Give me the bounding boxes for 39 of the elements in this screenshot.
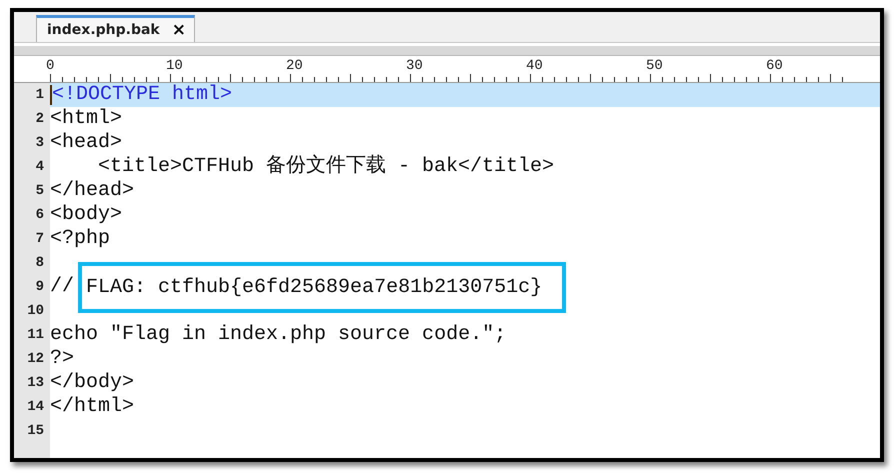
line-number: 9: [14, 275, 50, 299]
code-text: </head>: [50, 180, 134, 202]
line-number: 2: [14, 107, 50, 131]
ruler-label: 0: [46, 58, 54, 74]
code-text: //: [50, 276, 76, 298]
code-text: <head>: [50, 132, 122, 154]
code-text: <title>CTFHub 备份文件下载 - bak</title>: [97, 156, 554, 178]
ruler-label: 50: [646, 58, 663, 74]
line-number: 6: [14, 203, 50, 227]
line-number: 5: [14, 179, 50, 203]
line-number: 7: [14, 227, 50, 251]
line-number: 4: [14, 155, 50, 179]
text-cursor: [50, 85, 52, 105]
code-text: </html>: [50, 396, 134, 418]
code-text: </body>: [50, 372, 134, 394]
ruler-label: 30: [406, 58, 423, 74]
code-text: <body>: [50, 204, 122, 226]
ruler-label: 20: [286, 58, 303, 74]
ruler-label: 10: [166, 58, 183, 74]
line-number: 13: [14, 371, 50, 395]
line-number: 11: [14, 323, 50, 347]
code-text: <html>: [50, 108, 122, 130]
flag-text: FLAG: ctfhub{e6fd25689ea7e81b2130751c}: [86, 276, 542, 298]
code-text: echo "Flag in index.php source code.";: [50, 324, 506, 346]
line-number: 12: [14, 347, 50, 371]
line-number: 10: [14, 299, 50, 323]
code-text: ?>: [50, 348, 74, 370]
line-number-gutter: [14, 443, 50, 458]
close-icon[interactable]: ×: [172, 22, 186, 38]
code-text: <!DOCTYPE html>: [52, 84, 232, 106]
ruler-label: 40: [526, 58, 543, 74]
line-number: 1: [14, 83, 50, 107]
ruler-label: 60: [766, 58, 783, 74]
line-number: 3: [14, 131, 50, 155]
file-tab[interactable]: index.php.bak ×: [36, 15, 195, 42]
code-text: <?php: [50, 228, 110, 250]
line-number: 15: [14, 419, 50, 443]
line-number: 14: [14, 395, 50, 419]
line-number: 8: [14, 251, 50, 275]
